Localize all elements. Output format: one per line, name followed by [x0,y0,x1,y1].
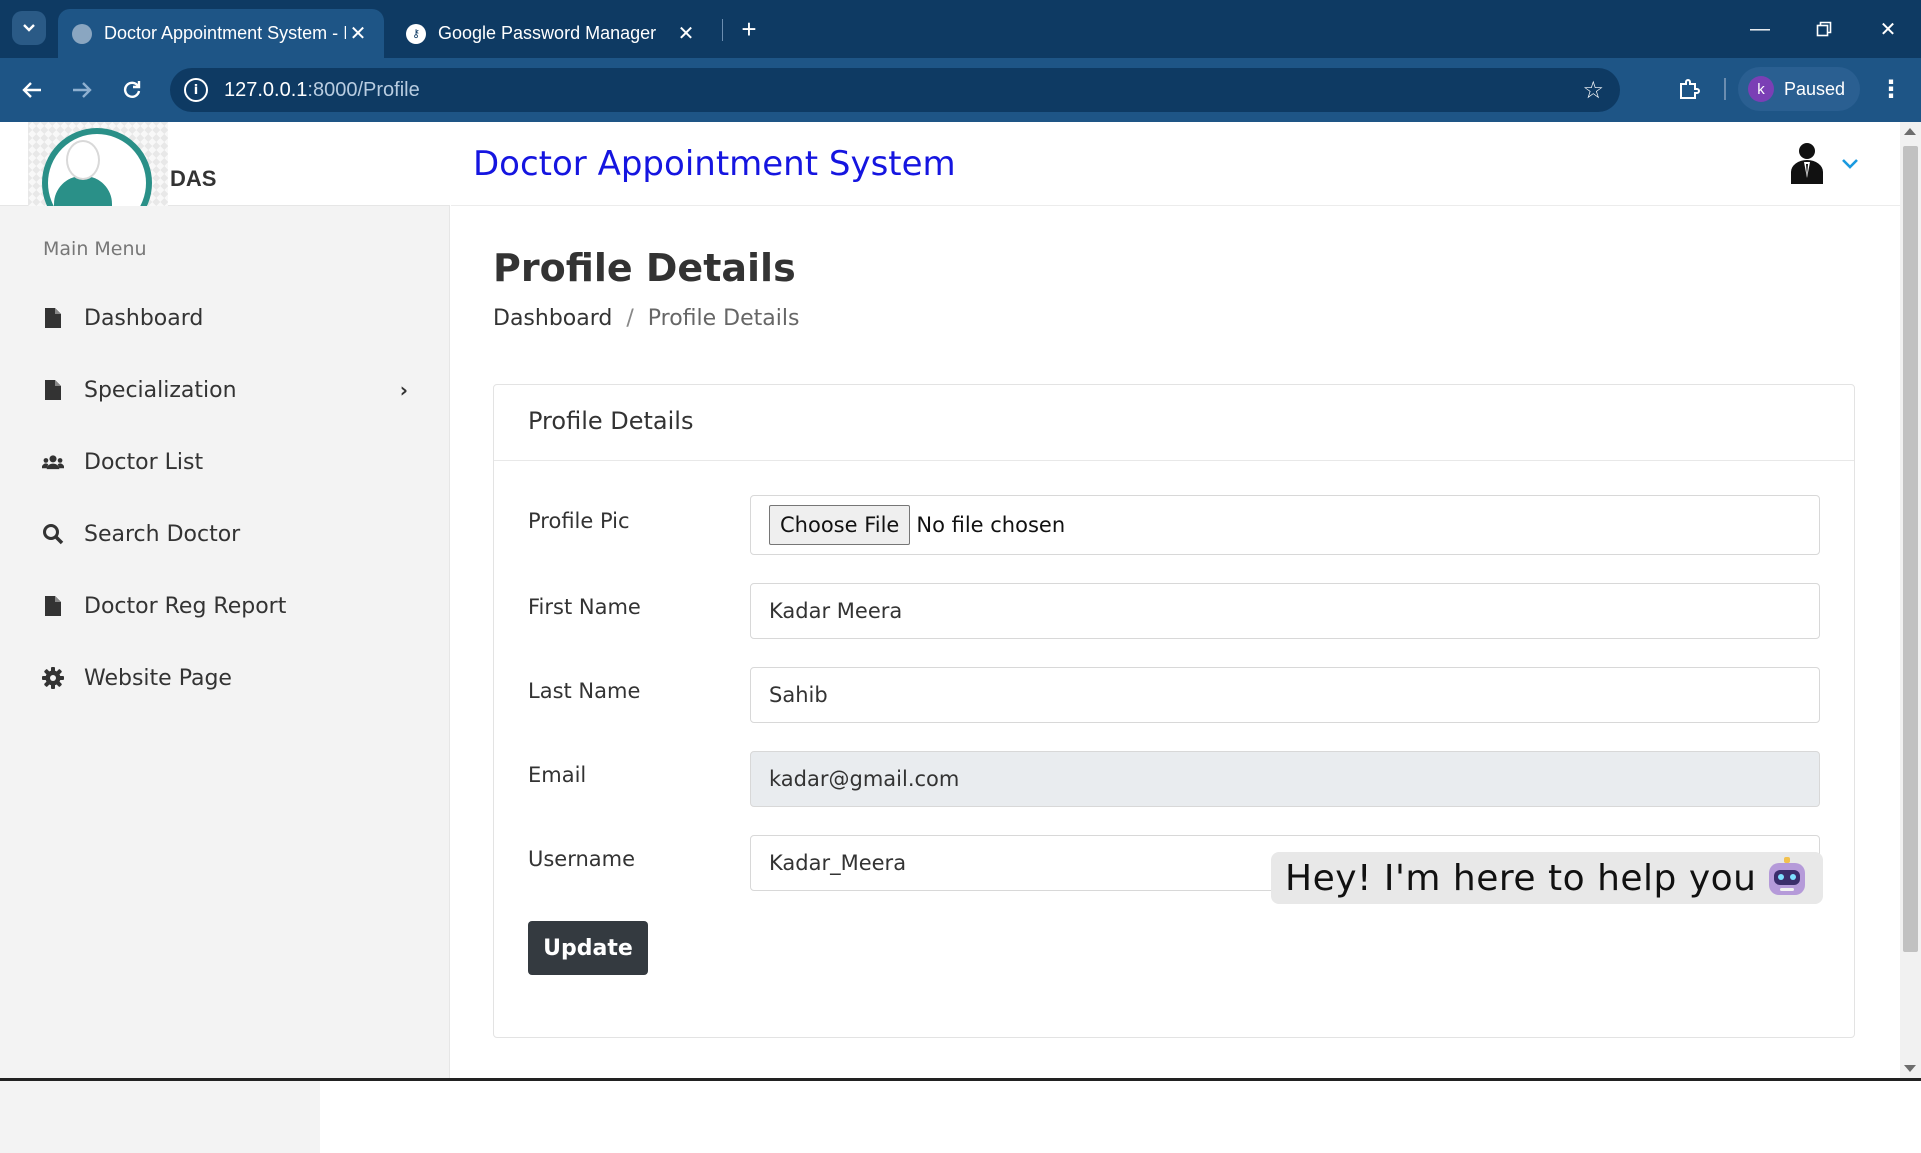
tab-title: Doctor Appointment System - I [104,23,346,43]
sidebar-item-search-doctor[interactable]: Search Doctor [0,506,450,562]
username-label: Username [528,847,636,871]
restore-icon [1816,21,1832,37]
card-header: Profile Details [494,385,1854,461]
sidebar-logo-area[interactable]: DAS [0,122,450,206]
sidebar-item-specialization[interactable]: Specialization › [0,362,450,418]
sidebar-item-label: Dashboard [84,305,204,331]
sidebar-item-label: Search Doctor [84,521,241,547]
logo-figure-head [66,140,100,180]
update-button[interactable]: Update [528,921,648,975]
sidebar-item-label: Website Page [84,665,232,691]
profile-button[interactable]: k Paused [1738,67,1860,111]
page-viewport: DAS Main Menu Dashboard Specialization ›… [0,122,1900,1078]
sidebar-item-doctor-list[interactable]: Doctor List [0,434,450,490]
extensions-button[interactable] [1672,72,1706,106]
toolbar-divider [1724,78,1726,100]
main-content: Profile Details Dashboard / Profile Deta… [451,206,1900,1078]
chatbot-greeting: Hey! I'm here to help you [1285,857,1757,899]
lower-window-area [0,1081,1921,1153]
logo-text: DAS [170,166,217,191]
last-name-field[interactable]: Sahib [750,667,1820,723]
sidebar-item-label: Doctor List [84,449,204,475]
arrow-right-icon [73,82,92,98]
address-bar[interactable]: i 127.0.0.1:8000/Profile ☆ [170,68,1620,112]
avatar: k [1748,76,1774,102]
sidebar-item-doctor-reg-report[interactable]: Doctor Reg Report [0,578,450,634]
choose-file-button[interactable]: Choose File [769,505,911,545]
page-scrollbar[interactable] [1900,122,1921,1078]
users-icon [42,451,64,473]
file-icon [42,595,64,617]
email-label: Email [528,763,587,787]
breadcrumb-dashboard-link[interactable]: Dashboard [493,306,612,331]
browser-menu-button[interactable]: ⋮ [1874,72,1908,106]
chevron-right-icon: › [399,378,408,402]
breadcrumb-current: Profile Details [647,306,800,331]
chevron-down-icon[interactable] [1841,158,1859,170]
profile-card: Profile Details Profile Pic Choose File … [493,384,1855,1038]
search-icon [42,523,64,545]
logo-image [28,122,168,206]
close-window-button[interactable]: ✕ [1870,12,1906,46]
tab-doctor-appointment[interactable]: Doctor Appointment System - I ✕ [58,9,384,58]
close-icon[interactable]: ✕ [674,22,698,46]
lower-window-panel [0,1081,320,1153]
star-icon[interactable]: ☆ [1582,76,1604,104]
user-avatar-icon[interactable] [1789,142,1825,184]
card-title: Profile Details [528,407,694,435]
first-name-field[interactable]: Kadar Meera [750,583,1820,639]
robot-icon[interactable] [1765,856,1809,900]
sidebar-item-dashboard[interactable]: Dashboard [0,290,450,346]
profile-status: Paused [1784,78,1846,99]
key-icon: ⚷ [406,23,426,44]
menu-title: Main Menu [43,238,147,260]
breadcrumb: Dashboard / Profile Details [493,306,799,331]
reload-icon [123,81,141,98]
browser-toolbar: i 127.0.0.1:8000/Profile ☆ [0,58,1921,122]
scroll-thumb[interactable] [1903,146,1918,952]
browser-tabstrip: Doctor Appointment System - I ✕ ⚷ Google… [0,0,1921,58]
file-icon [42,307,64,329]
forward-button[interactable] [64,72,100,108]
back-button[interactable] [14,72,50,108]
sidebar-item-label: Specialization [84,377,237,403]
last-name-label: Last Name [528,679,641,703]
sidebar-item-website-page[interactable]: Website Page [0,650,450,706]
gear-icon [42,667,64,689]
chatbot-widget[interactable]: Hey! I'm here to help you [1271,852,1823,904]
email-field: kadar@gmail.com [750,751,1820,807]
minimize-button[interactable]: — [1742,12,1778,46]
sidebar-item-label: Doctor Reg Report [84,593,287,619]
first-name-label: First Name [528,595,641,619]
file-icon [42,379,64,401]
arrow-left-icon [22,82,41,98]
tab-password-manager[interactable]: ⚷ Google Password Manager ✕ [392,9,712,58]
globe-icon [72,23,92,44]
address-url: 127.0.0.1:8000/Profile [224,78,420,101]
restore-button[interactable] [1806,12,1842,46]
puzzle-icon [1680,79,1700,99]
sidebar: DAS Main Menu Dashboard Specialization ›… [0,122,450,1078]
profile-pic-label: Profile Pic [528,509,630,533]
breadcrumb-separator: / [626,306,634,331]
close-icon[interactable]: ✕ [346,22,370,46]
app-title[interactable]: Doctor Appointment System [473,144,956,184]
tab-search-button[interactable] [12,11,46,45]
file-status: No file chosen [916,513,1066,537]
scroll-down-arrow-icon[interactable] [1904,1065,1916,1072]
info-icon[interactable]: i [184,78,208,102]
tab-divider [722,19,723,41]
scroll-up-arrow-icon[interactable] [1904,128,1916,135]
profile-pic-file-input[interactable]: Choose File No file chosen [750,495,1820,555]
page-title: Profile Details [493,246,796,290]
tab-title: Google Password Manager [438,23,657,43]
reload-button[interactable] [114,72,150,108]
page-header: Doctor Appointment System [451,122,1900,206]
new-tab-button[interactable]: + [734,14,764,44]
chevron-down-icon [23,24,35,32]
